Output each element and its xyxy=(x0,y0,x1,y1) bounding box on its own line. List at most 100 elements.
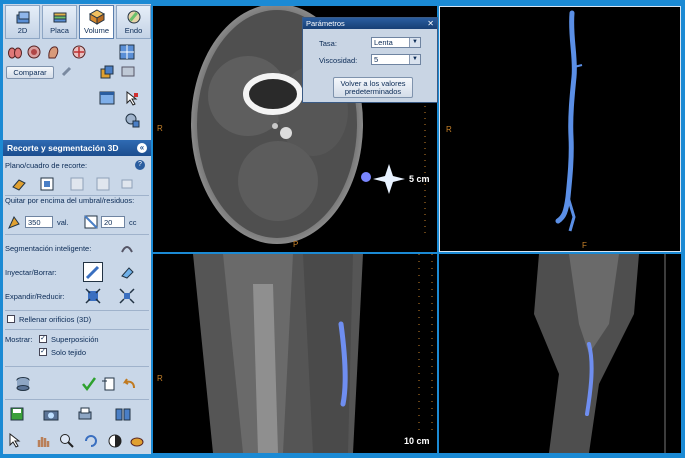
segmentation-panel-header: Recorte y segmentación 3D « xyxy=(3,140,151,156)
camera-icon[interactable] xyxy=(43,406,59,422)
clip-box-icon[interactable] xyxy=(39,176,55,192)
inject-erase-label: Inyectar/Borrar: xyxy=(5,268,57,277)
volume-cube-icon xyxy=(88,9,105,25)
link-icon[interactable] xyxy=(59,64,75,80)
chevron-down-icon[interactable]: ▼ xyxy=(409,55,420,64)
reset-defaults-button[interactable]: Volver a los valores predeterminados xyxy=(333,77,413,98)
settings-cube-icon[interactable] xyxy=(124,112,140,128)
vessel-3d-viewport[interactable]: R F xyxy=(439,6,681,252)
show-label: Mostrar: xyxy=(5,335,33,344)
orientation-right-label: R xyxy=(157,124,163,133)
rate-value: Lenta xyxy=(374,38,393,47)
compare-button[interactable]: Comparar xyxy=(6,66,54,79)
clip-tool-5-icon[interactable] xyxy=(119,176,135,192)
volume-unit: cc xyxy=(129,218,137,227)
tab-placa-label: Placa xyxy=(50,26,69,35)
eraser-tool-icon[interactable] xyxy=(129,433,145,449)
rotate-tool-icon[interactable] xyxy=(83,433,99,449)
remove-threshold-label: Quitar por encima del umbral/residuos: xyxy=(5,196,135,205)
orientation-posterior-label: P xyxy=(293,240,299,249)
tissue-only-checkbox[interactable]: ✓ xyxy=(39,348,47,356)
parameters-dialog: Parámetros ✕ Tasa: Lenta ▼ Viscosidad: 5… xyxy=(302,17,438,103)
panel-title: Recorte y segmentación 3D xyxy=(7,143,119,153)
profile-preset-icon[interactable] xyxy=(45,44,61,60)
endoscopy-icon xyxy=(127,10,140,24)
save-disk-icon[interactable] xyxy=(9,406,25,422)
viscosity-label: Viscosidad: xyxy=(319,56,358,65)
erase-icon[interactable] xyxy=(119,264,135,280)
apply-check-icon[interactable] xyxy=(81,376,97,392)
document-icon[interactable] xyxy=(101,376,117,392)
rate-label: Tasa: xyxy=(319,39,337,48)
rate-select[interactable]: Lenta ▼ xyxy=(371,37,421,48)
tab-2d-label: 2D xyxy=(17,26,28,35)
close-icon[interactable]: ✕ xyxy=(427,18,434,29)
collapse-icon[interactable]: « xyxy=(137,143,147,153)
reduce-icon[interactable] xyxy=(119,288,135,304)
clip-tool-4-icon[interactable] xyxy=(95,176,111,192)
axial-scale-label: 5 cm xyxy=(409,174,430,184)
left-tool-panel: 2D Placa Volume Endo Comparar Recorte y … xyxy=(3,4,151,454)
divider xyxy=(5,310,149,311)
divider xyxy=(5,234,149,235)
slab-icon xyxy=(53,12,66,23)
volume-value-input[interactable]: 20 xyxy=(101,216,125,228)
cursor-target-icon[interactable] xyxy=(124,90,140,106)
divider xyxy=(5,329,149,330)
zoom-tool-icon[interactable] xyxy=(59,433,75,449)
coronal-orientation-right-label: R xyxy=(157,374,163,383)
clip-plane-label: Plano/cuadro de recorte: xyxy=(5,161,88,170)
sagittal-ct-image xyxy=(534,254,666,453)
vessels-preset-icon[interactable] xyxy=(71,44,87,60)
book-icon[interactable] xyxy=(115,406,131,422)
inject-pen-icon[interactable] xyxy=(83,262,103,282)
tab-endo-label: Endo xyxy=(124,26,143,35)
viscosity-select[interactable]: 5 ▼ xyxy=(371,54,421,65)
tab-2d[interactable]: 2D xyxy=(5,5,40,39)
threshold-unit: val. xyxy=(57,218,69,227)
overlay-checkbox[interactable]: ✓ xyxy=(39,335,47,343)
vessel-render xyxy=(555,10,583,232)
smart-segmentation-icon[interactable] xyxy=(119,240,135,256)
clip-plane-icon[interactable] xyxy=(11,176,27,192)
help-icon[interactable]: ? xyxy=(135,160,145,170)
screen-view-icon[interactable] xyxy=(121,64,137,80)
expand-reduce-label: Expandir/Reducir: xyxy=(5,292,65,301)
coronal-scale-label: 10 cm xyxy=(404,436,430,446)
layout-grid-icon[interactable] xyxy=(119,44,135,60)
pointer-tool-icon[interactable] xyxy=(7,433,23,449)
chevron-down-icon[interactable]: ▼ xyxy=(409,38,420,47)
tab-volume[interactable]: Volume xyxy=(79,5,114,39)
print-icon[interactable] xyxy=(77,406,93,422)
viscosity-value: 5 xyxy=(374,55,379,64)
threshold-brush-icon[interactable] xyxy=(7,214,23,230)
dialog-titlebar: Parámetros ✕ xyxy=(303,18,437,29)
tab-endo[interactable]: Endo xyxy=(116,5,151,39)
database-icon[interactable] xyxy=(15,376,31,392)
mip-orientation-right-label: R xyxy=(446,125,452,134)
head-preset-icon[interactable] xyxy=(26,44,42,60)
expand-icon[interactable] xyxy=(85,288,101,304)
coronal-viewport[interactable]: R 10 cm xyxy=(153,254,437,453)
divider xyxy=(5,399,149,400)
window-level-icon[interactable] xyxy=(107,433,123,449)
tab-placa[interactable]: Placa xyxy=(42,5,77,39)
tab-volume-label: Volume xyxy=(83,26,110,35)
threshold-value-input[interactable]: 350 xyxy=(25,216,53,228)
window-icon[interactable] xyxy=(99,90,115,106)
smart-segmentation-label: Segmentación inteligente: xyxy=(5,244,92,253)
clip-tool-3-icon[interactable] xyxy=(69,176,85,192)
reset-button-line2: predeterminados xyxy=(344,87,402,96)
fill-holes-checkbox[interactable] xyxy=(7,315,15,323)
volume-filter-icon[interactable] xyxy=(83,214,99,230)
layers-2d-icon xyxy=(16,11,29,24)
cube-view-icon[interactable] xyxy=(99,64,115,80)
dialog-title: Parámetros xyxy=(306,19,345,28)
pan-hand-icon[interactable] xyxy=(35,433,51,449)
lungs-preset-icon[interactable] xyxy=(7,44,23,60)
sagittal-viewport[interactable] xyxy=(439,254,681,453)
fill-holes-label: Rellenar orificios (3D) xyxy=(19,315,92,324)
overlay-label: Superposición xyxy=(51,335,99,344)
divider xyxy=(5,366,149,367)
undo-icon[interactable] xyxy=(121,376,137,392)
